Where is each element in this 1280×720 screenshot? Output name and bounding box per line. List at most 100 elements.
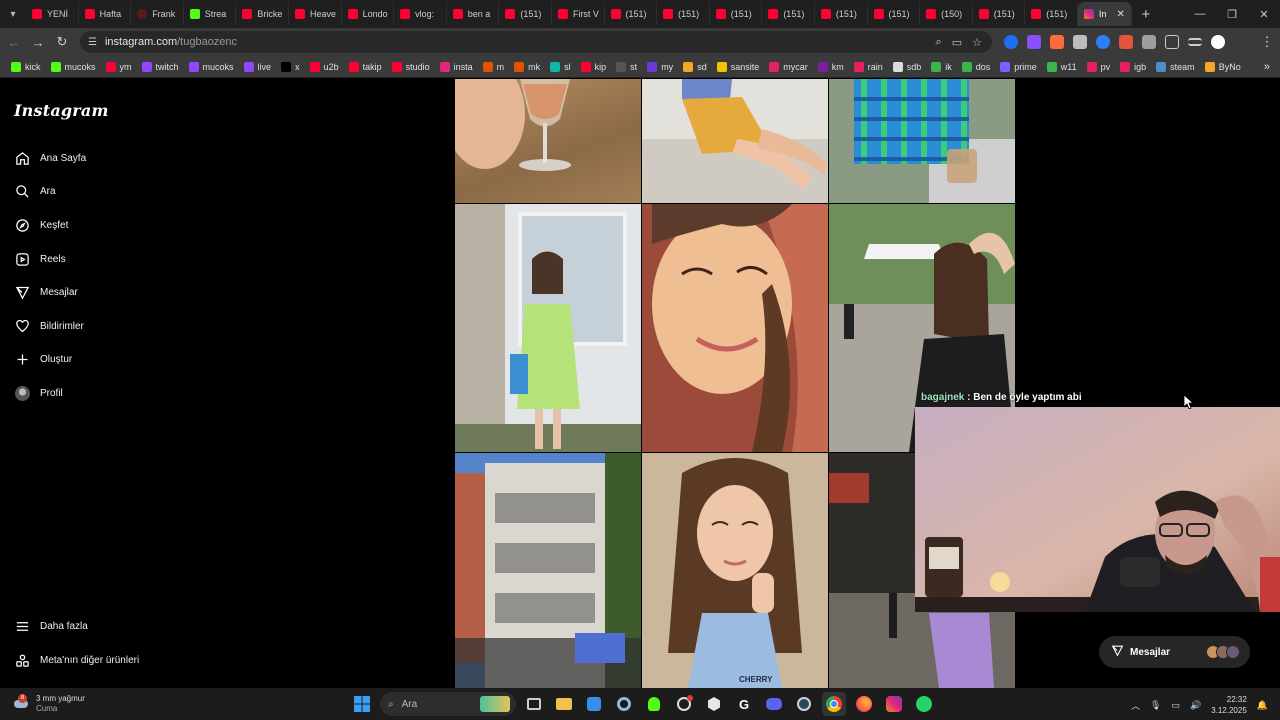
- microphone-icon[interactable]: 🎙: [1150, 700, 1161, 711]
- restore-button[interactable]: ❐: [1216, 8, 1248, 21]
- more-bookmarks-icon[interactable]: »: [1264, 61, 1280, 73]
- site-info-icon[interactable]: ☰: [88, 37, 97, 48]
- browser-tab[interactable]: First V: [552, 2, 605, 26]
- nav-home[interactable]: Ana Sayfa: [14, 150, 86, 166]
- post-thumbnail[interactable]: [455, 79, 641, 203]
- instagram-app-icon[interactable]: [882, 692, 906, 716]
- taskbar-search[interactable]: ⌕ Ara: [380, 692, 516, 716]
- nav-create[interactable]: Oluştur: [14, 351, 72, 367]
- bookmark-item[interactable]: sl: [545, 61, 576, 72]
- cast-icon[interactable]: ▭: [952, 36, 962, 49]
- nav-profile[interactable]: Profil: [14, 385, 63, 401]
- browser-tab[interactable]: YENİ: [26, 2, 79, 26]
- post-thumbnail[interactable]: [642, 204, 828, 452]
- extension-icon[interactable]: [1142, 35, 1156, 49]
- windows-start-icon[interactable]: [350, 692, 374, 716]
- nav-more[interactable]: Daha fazla: [14, 618, 88, 634]
- instagram-logo[interactable]: Instagram: [14, 101, 109, 120]
- bookmark-item[interactable]: insta: [435, 61, 478, 72]
- discord-icon[interactable]: [762, 692, 786, 716]
- tab-active-instagram[interactable]: In ✕: [1077, 2, 1132, 26]
- store-icon[interactable]: [582, 692, 606, 716]
- nav-messages[interactable]: Mesajlar: [14, 284, 78, 300]
- post-thumbnail[interactable]: [829, 79, 1015, 203]
- browser-tab[interactable]: Hafta: [79, 2, 132, 26]
- browser-tab[interactable]: (151): [1025, 2, 1078, 26]
- extensions-puzzle-icon[interactable]: [1165, 35, 1179, 49]
- browser-tab[interactable]: (151): [657, 2, 710, 26]
- browser-tab[interactable]: Bricke: [236, 2, 289, 26]
- browser-tab[interactable]: (151): [499, 2, 552, 26]
- bookmark-item[interactable]: mycar: [764, 61, 813, 72]
- bookmark-item[interactable]: kick: [6, 61, 46, 72]
- post-thumbnail[interactable]: CHERRY: [642, 453, 828, 688]
- notification-bell-icon[interactable]: 🔔: [1257, 700, 1268, 711]
- task-view-icon[interactable]: [522, 692, 546, 716]
- browser-tab[interactable]: (151): [605, 2, 658, 26]
- settings-gear-icon[interactable]: [612, 692, 636, 716]
- extension-icon[interactable]: [1027, 35, 1041, 49]
- browser-tab[interactable]: Frank: [131, 2, 184, 26]
- bookmark-item[interactable]: sd: [678, 61, 712, 72]
- bookmark-item[interactable]: twitch: [137, 61, 184, 72]
- bookmark-item[interactable]: rain: [849, 61, 888, 72]
- tab-search-menu[interactable]: ▾: [0, 0, 26, 28]
- bookmark-item[interactable]: ik: [926, 61, 957, 72]
- browser-tab[interactable]: ben a: [447, 2, 500, 26]
- xbox-app-icon[interactable]: [642, 692, 666, 716]
- browser-tab[interactable]: (151): [815, 2, 868, 26]
- back-button[interactable]: ←: [2, 35, 26, 50]
- zoom-icon[interactable]: ⌕: [936, 36, 942, 49]
- bookmark-item[interactable]: live: [239, 61, 277, 72]
- weather-widget[interactable]: 8 3 mm yağmur Cuma: [12, 694, 85, 714]
- bookmark-item[interactable]: ByNo: [1200, 61, 1246, 72]
- network-icon[interactable]: ▭: [1171, 700, 1180, 711]
- extension-icon[interactable]: [1096, 35, 1110, 49]
- bookmark-item[interactable]: mucoks: [46, 61, 101, 72]
- bookmark-item[interactable]: m: [478, 61, 510, 72]
- browser-menu-icon[interactable]: ⋮: [1254, 34, 1280, 50]
- bookmark-item[interactable]: igb: [1115, 61, 1151, 72]
- extension-icon[interactable]: [1050, 35, 1064, 49]
- extension-icon[interactable]: [1073, 35, 1087, 49]
- post-thumbnail[interactable]: [642, 79, 828, 203]
- bookmark-item[interactable]: sdb: [888, 61, 927, 72]
- browser-tab[interactable]: vlog:: [394, 2, 447, 26]
- close-window-button[interactable]: ✕: [1248, 8, 1280, 21]
- bookmark-item[interactable]: mk: [509, 61, 545, 72]
- address-bar[interactable]: ☰ instagram.com/tugbaozenc ⌕ ▭ ☆: [80, 31, 992, 53]
- browser-tab[interactable]: (151): [710, 2, 763, 26]
- reading-list-icon[interactable]: [1188, 38, 1202, 46]
- volume-icon[interactable]: 🔊: [1190, 700, 1201, 711]
- new-tab-button[interactable]: +: [1132, 6, 1160, 23]
- bookmark-item[interactable]: u2b: [305, 61, 344, 72]
- bookmark-star-icon[interactable]: ☆: [972, 36, 982, 49]
- nav-explore[interactable]: Keşfet: [14, 217, 68, 233]
- bookmark-item[interactable]: steam: [1151, 61, 1200, 72]
- nav-notifications[interactable]: Bildirimler: [14, 318, 84, 334]
- browser-tab[interactable]: (151): [762, 2, 815, 26]
- extension-icon[interactable]: [1004, 35, 1018, 49]
- bookmark-item[interactable]: my: [642, 61, 678, 72]
- nav-search[interactable]: Ara: [14, 183, 56, 199]
- bookmark-item[interactable]: st: [611, 61, 642, 72]
- reload-button[interactable]: ↻: [50, 34, 74, 50]
- bookmark-item[interactable]: pv: [1082, 61, 1116, 72]
- bookmark-item[interactable]: prime: [995, 61, 1042, 72]
- browser-tab[interactable]: (151): [868, 2, 921, 26]
- steam-icon[interactable]: [792, 692, 816, 716]
- bookmark-item[interactable]: mucoks: [184, 61, 239, 72]
- firefox-icon[interactable]: [852, 692, 876, 716]
- bookmark-item[interactable]: studio: [387, 61, 435, 72]
- g-app-icon[interactable]: G: [732, 692, 756, 716]
- browser-tab[interactable]: Londo: [342, 2, 395, 26]
- url-text[interactable]: instagram.com/tugbaozenc: [105, 36, 237, 48]
- chevron-up-icon[interactable]: ︿: [1131, 699, 1140, 712]
- bookmark-item[interactable]: km: [813, 61, 849, 72]
- chatgpt-icon[interactable]: [672, 692, 696, 716]
- whatsapp-icon[interactable]: [912, 692, 936, 716]
- epic-games-icon[interactable]: [702, 692, 726, 716]
- messages-floating-button[interactable]: Mesajlar: [1099, 636, 1250, 668]
- bookmark-item[interactable]: takip: [344, 61, 387, 72]
- bookmark-item[interactable]: x: [276, 61, 305, 72]
